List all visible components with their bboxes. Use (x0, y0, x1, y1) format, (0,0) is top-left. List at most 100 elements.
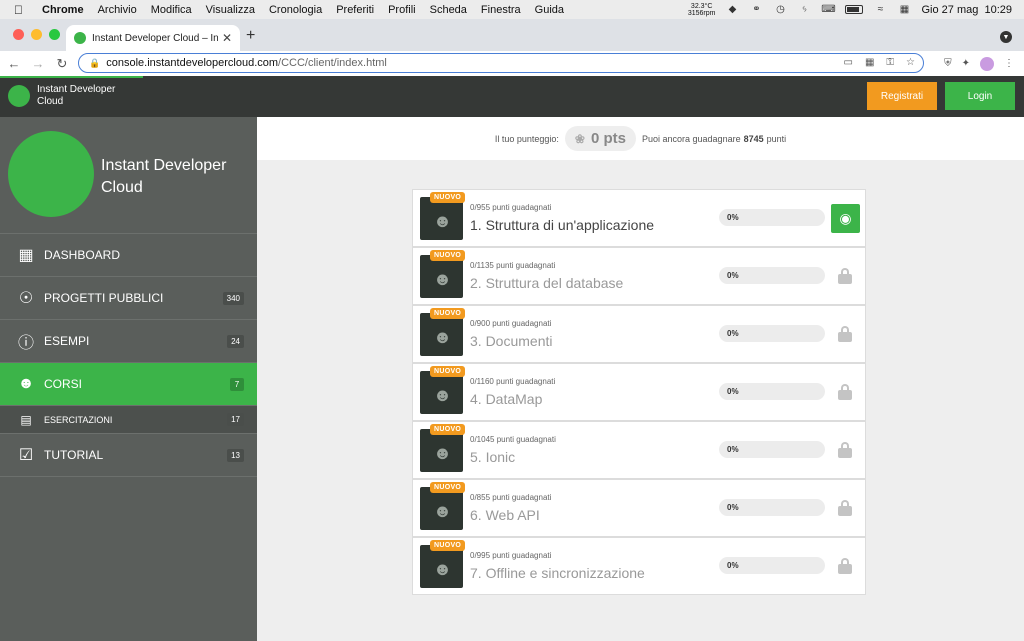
close-window-button[interactable] (13, 29, 24, 40)
profile-avatar[interactable] (980, 56, 994, 71)
sidebar-item-label: TUTORIAL (44, 448, 104, 462)
forward-icon[interactable]: → (28, 56, 48, 71)
lock-icon (838, 442, 852, 458)
omnibox-actions: ▭ ▦ ⚿ ☆ (844, 54, 916, 71)
puzzle-icon[interactable]: ✦ (962, 58, 970, 69)
course-card[interactable]: ☻ NUOVO 0/1160 punti guadagnati 4. DataMap 0… (412, 363, 866, 421)
new-badge: NUOVO (430, 308, 466, 319)
qr-icon[interactable]: ▦ (865, 57, 874, 68)
sidebar-item-corsi[interactable]: ☻ CORSI 7 (0, 363, 257, 406)
lock-icon[interactable]: 🔒 (89, 58, 100, 69)
menu-app[interactable]: Chrome (42, 4, 84, 16)
menu-visualizza[interactable]: Visualizza (206, 4, 255, 16)
course-thumbnail: ☻ (420, 313, 463, 356)
menu-guida[interactable]: Guida (535, 4, 564, 16)
course-title[interactable]: 2. Struttura del database (470, 275, 623, 291)
menu-profili[interactable]: Profili (388, 4, 416, 16)
browser-chrome: Instant Developer Cloud – Insta ✕ + ▼ ← … (0, 19, 1024, 76)
apple-icon[interactable]:  (14, 3, 28, 17)
sidebar-item-esercitazioni[interactable]: ▤ ESERCITAZIONI 17 (0, 406, 257, 434)
points-earned: 0/1160 punti guadagnati (470, 377, 556, 386)
leaf-logo-icon[interactable] (8, 85, 30, 107)
tab-close-icon[interactable]: ✕ (222, 31, 232, 45)
course-card[interactable]: ☻ NUOVO 0/995 punti guadagnati 7. Offline e… (412, 537, 866, 595)
sidebar-item-tutorial[interactable]: ☑ TUTORIAL 13 (0, 434, 257, 477)
points-earned: 0/1135 punti guadagnati (470, 261, 556, 270)
new-badge: NUOVO (430, 482, 466, 493)
battery-icon[interactable] (845, 5, 864, 14)
sidebar-item-progetti-pubblici[interactable]: ☉ PROGETTI PUBBLICI 340 (0, 277, 257, 320)
zoom-window-button[interactable] (49, 29, 60, 40)
score-bar: Il tuo punteggio: ❀ 0 pts Puoi ancora gu… (257, 117, 1024, 160)
shield-status-icon[interactable]: ◆ (725, 4, 739, 15)
rpm-value: 3156rpm (687, 9, 716, 17)
points-earned: 0/955 punti guadagnati (470, 203, 552, 212)
login-button[interactable]: Login (945, 82, 1015, 110)
course-thumbnail: ☻ (420, 487, 463, 530)
clock[interactable]: Gio 27 mag 10:29 (921, 4, 1012, 16)
extension-shield-icon[interactable]: ⛨ (944, 58, 952, 69)
lock-icon (838, 384, 852, 400)
course-card[interactable]: ☻ NUOVO 0/900 punti guadagnati 3. Documenti… (412, 305, 866, 363)
course-card[interactable]: ☻ NUOVO 0/855 punti guadagnati 6. Web API 0% (412, 479, 866, 537)
bluetooth-icon[interactable]: ᛃ (797, 4, 811, 15)
course-title[interactable]: 6. Web API (470, 507, 540, 523)
sidebar-item-label: DASHBOARD (44, 248, 121, 262)
glasses-icon[interactable]: ⚭ (749, 4, 763, 15)
main-content: Il tuo punteggio: ❀ 0 pts Puoi ancora gu… (257, 117, 1024, 641)
url-path: /CCC/client/index.html (278, 57, 387, 69)
clock-icon[interactable]: ◷ (773, 4, 787, 15)
browser-toolbar: ← → ↻ 🔒 console.instantdevelopercloud.co… (0, 51, 1024, 76)
key-icon[interactable]: ⚿ (886, 57, 894, 68)
sidebar-item-label: ESERCITAZIONI (44, 414, 113, 425)
menu-cronologia[interactable]: Cronologia (269, 4, 322, 16)
progress-label: 0% (727, 445, 739, 454)
wifi-icon[interactable]: ≈ (873, 4, 887, 15)
view-course-button[interactable]: ◉ (831, 204, 860, 233)
course-thumbnail: ☻ (420, 371, 463, 414)
course-title[interactable]: 1. Struttura di un'applicazione (470, 217, 654, 233)
browser-tab[interactable]: Instant Developer Cloud – Insta ✕ (66, 25, 240, 51)
grid-icon: ▦ (18, 247, 34, 264)
course-title[interactable]: 3. Documenti (470, 333, 552, 349)
menu-preferiti[interactable]: Preferiti (336, 4, 374, 16)
new-tab-icon[interactable]: + (246, 27, 255, 45)
os-menubar:  Chrome Archivio Modifica Visualizza Cr… (0, 0, 1024, 19)
register-button[interactable]: Registrati (867, 82, 937, 110)
graduate-icon: ☻ (433, 559, 452, 579)
minimize-window-button[interactable] (31, 29, 42, 40)
course-list: ☻ NUOVO 0/955 punti guadagnati 1. Struttura… (412, 189, 866, 595)
reload-icon[interactable]: ↻ (52, 56, 72, 72)
course-card[interactable]: ☻ NUOVO 0/1135 punti guadagnati 2. Struttur… (412, 247, 866, 305)
exercise-icon: ▤ (20, 412, 32, 427)
globe-icon: ☉ (18, 290, 34, 307)
menu-archivio[interactable]: Archivio (98, 4, 137, 16)
url-host: console.instantdevelopercloud.com (106, 57, 279, 69)
progress-label: 0% (727, 387, 739, 396)
control-center-icon[interactable]: ▦ (897, 4, 911, 15)
course-title[interactable]: 7. Offline e sincronizzazione (470, 565, 645, 581)
address-bar[interactable]: 🔒 console.instantdevelopercloud.com /CCC… (78, 53, 924, 73)
points-earned: 0/995 punti guadagnati (470, 551, 552, 560)
back-icon[interactable]: ← (4, 56, 24, 71)
course-card[interactable]: ☻ NUOVO 0/955 punti guadagnati 1. Struttura… (412, 189, 866, 247)
cast-icon[interactable]: ▭ (844, 57, 853, 68)
favicon-icon (74, 32, 86, 44)
course-card[interactable]: ☻ NUOVO 0/1045 punti guadagnati 5. Ionic 0% (412, 421, 866, 479)
sidebar-item-esempi[interactable]: ⓘ ESEMPI 24 (0, 320, 257, 363)
more-icon[interactable]: ⋮ (1004, 58, 1014, 69)
loading-strip (0, 76, 143, 78)
star-icon[interactable]: ☆ (906, 57, 915, 68)
course-title[interactable]: 4. DataMap (470, 391, 542, 407)
tab-search-icon[interactable]: ▼ (1000, 31, 1012, 43)
menu-scheda[interactable]: Scheda (430, 4, 467, 16)
menu-modifica[interactable]: Modifica (151, 4, 192, 16)
course-title[interactable]: 5. Ionic (470, 449, 515, 465)
menu-finestra[interactable]: Finestra (481, 4, 521, 16)
keyboard-icon[interactable]: ⌨ (821, 4, 835, 15)
count-badge: 24 (227, 334, 244, 348)
progress-bar: 0% (719, 383, 825, 400)
app-name[interactable]: Instant Developer Cloud (37, 84, 127, 108)
sidebar-item-dashboard[interactable]: ▦ DASHBOARD (0, 234, 257, 277)
sidebar-menu: ▦ DASHBOARD ☉ PROGETTI PUBBLICI 340 ⓘ ES… (0, 234, 257, 477)
